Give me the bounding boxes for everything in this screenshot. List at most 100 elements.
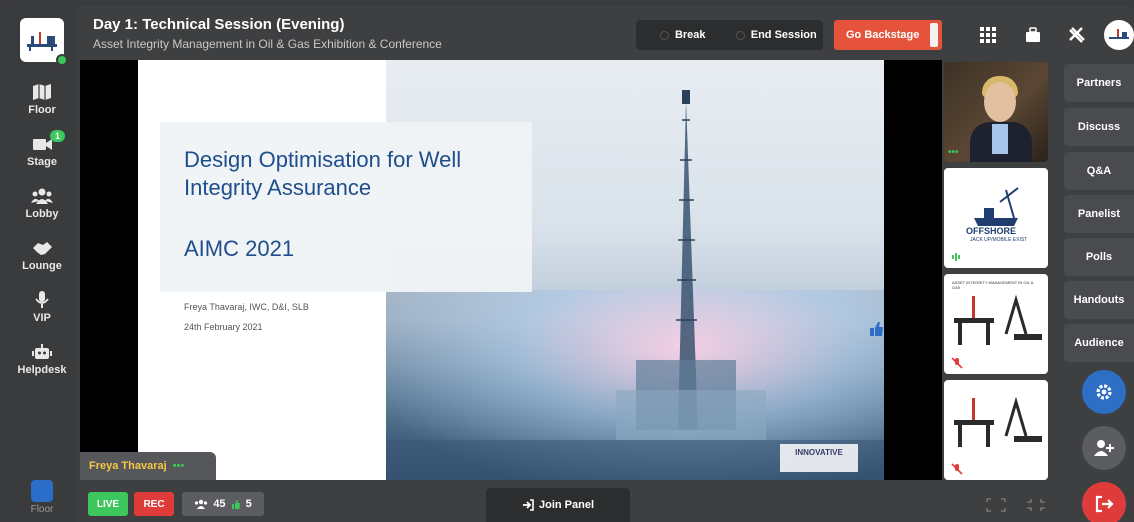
- map-icon: [33, 84, 51, 100]
- tools-icon: [1069, 27, 1085, 43]
- sidebar-item-helpdesk[interactable]: Helpdesk: [8, 342, 76, 376]
- rec-button[interactable]: REC: [134, 492, 174, 516]
- tab-label: Q&A: [1086, 165, 1112, 177]
- gear-icon: [1096, 384, 1112, 400]
- presentation-slide: Design Optimisation for Well Integrity A…: [138, 60, 884, 480]
- sidebar-item-label: Floor: [28, 104, 56, 116]
- slide-date: 24th February 2021: [184, 322, 263, 332]
- go-backstage-label: Go Backstage: [846, 29, 920, 41]
- like-count: 5: [245, 498, 252, 510]
- online-status-dot: [56, 54, 68, 66]
- tab-label: Polls: [1085, 251, 1113, 263]
- robot-icon: [32, 344, 52, 359]
- bottom-bar: LIVE REC 45 5 Join Panel: [76, 484, 1134, 522]
- thumbs-up-icon: [231, 500, 240, 509]
- settings-button[interactable]: [1082, 370, 1126, 414]
- event-logo[interactable]: [20, 18, 68, 66]
- tab-audience[interactable]: Audience: [1064, 324, 1134, 362]
- sponsor-tile-offshore[interactable]: OFFSHORE JACK UP/MOBILE EXIST: [944, 168, 1048, 268]
- tab-handouts[interactable]: Handouts: [1064, 281, 1134, 319]
- mic-muted-icon: [951, 357, 963, 369]
- toggle-knob: [930, 23, 938, 47]
- add-user-icon: [1094, 440, 1114, 456]
- slide-author: Freya Thavaraj, IWC, D&I, SLB: [184, 302, 309, 312]
- session-subtitle: Asset Integrity Management in Oil & Gas …: [93, 37, 442, 51]
- tab-label: Handouts: [1073, 294, 1125, 306]
- rig-logo-icon: [1109, 29, 1129, 39]
- people-icon: [31, 188, 53, 204]
- sponsor-tile-aimc[interactable]: ASSET INTEGRITY MANAGEMENT IN OIL & GAS: [944, 274, 1048, 374]
- app-window: Floor 1 Stage Lobby Lounge VIP Helpdesk …: [8, 6, 1134, 522]
- presenter-name-tag: Freya Thavaraj •••: [80, 452, 216, 480]
- reaction-likes: [868, 316, 884, 345]
- sidebar-item-stage[interactable]: 1 Stage: [8, 130, 76, 168]
- live-button[interactable]: LIVE: [88, 492, 128, 516]
- handshake-icon: [33, 242, 52, 255]
- audio-indicator-icon: [952, 253, 960, 261]
- tab-discuss[interactable]: Discuss: [1064, 108, 1134, 146]
- tab-label: Panelist: [1077, 208, 1121, 220]
- join-panel-button[interactable]: Join Panel: [486, 488, 630, 522]
- briefcase-icon: [1026, 27, 1040, 42]
- slide-event: AIMC 2021: [184, 236, 295, 261]
- tab-label: Discuss: [1077, 121, 1121, 133]
- aimc-tile-text: ASSET INTEGRITY MANAGEMENT IN OIL & GAS: [952, 280, 1034, 290]
- sponsor-tile-aimc-2[interactable]: [944, 380, 1048, 480]
- offshore-title: OFFSHORE: [966, 226, 1017, 236]
- go-backstage-button[interactable]: Go Backstage: [834, 20, 942, 50]
- attendee-count: 45: [213, 498, 226, 510]
- sidebar-item-label: Helpdesk: [17, 364, 67, 376]
- sidebar-item-lobby[interactable]: Lobby: [8, 186, 76, 220]
- radio-icon: [659, 30, 669, 40]
- slide-title: Design Optimisation for Well Integrity A…: [184, 147, 462, 200]
- fullscreen-icon[interactable]: [986, 498, 1006, 512]
- top-bar: Day 1: Technical Session (Evening) Asset…: [76, 6, 1134, 58]
- more-icon[interactable]: •••: [948, 147, 959, 158]
- sign-in-icon: [522, 499, 534, 511]
- sidebar-item-lounge[interactable]: Lounge: [8, 238, 76, 272]
- tab-label: Partners: [1076, 77, 1122, 89]
- presenter-name: Freya Thavaraj: [89, 460, 167, 472]
- exit-fullscreen-icon[interactable]: [1026, 498, 1046, 512]
- more-icon[interactable]: •••: [173, 460, 185, 472]
- left-sidebar: Floor 1 Stage Lobby Lounge VIP Helpdesk …: [8, 6, 76, 522]
- sidebar-item-label: Lounge: [22, 260, 62, 272]
- sidebar-item-label: Lobby: [25, 208, 59, 220]
- break-label: Break: [674, 29, 706, 41]
- tab-qa[interactable]: Q&A: [1064, 152, 1134, 190]
- rec-label: REC: [143, 498, 165, 510]
- presentation-stage: Design Optimisation for Well Integrity A…: [80, 60, 942, 480]
- grid-menu-button[interactable]: [973, 20, 1003, 50]
- live-label: LIVE: [96, 498, 120, 510]
- end-session-button[interactable]: End Session: [730, 29, 824, 41]
- tab-panelist[interactable]: Panelist: [1064, 195, 1134, 233]
- audience-stats: 45 5: [182, 492, 264, 516]
- participant-video-tile[interactable]: •••: [944, 62, 1048, 162]
- floor-logo-icon: [31, 480, 53, 502]
- session-title: Day 1: Technical Session (Evening): [93, 16, 345, 33]
- radio-icon: [735, 30, 745, 40]
- end-session-label: End Session: [750, 29, 817, 41]
- sidebar-item-vip[interactable]: VIP: [8, 290, 76, 324]
- offshore-subtitle: JACK UP/MOBILE EXIST: [970, 237, 1028, 243]
- microphone-icon: [35, 291, 49, 308]
- people-icon: [195, 499, 208, 509]
- sidebar-item-floor[interactable]: Floor: [8, 82, 76, 116]
- sidebar-item-floor-bottom[interactable]: Floor: [26, 480, 58, 515]
- stage-count-badge: 1: [50, 130, 66, 142]
- tab-label: Audience: [1074, 337, 1124, 349]
- break-button[interactable]: Break: [636, 29, 730, 41]
- tab-partners[interactable]: Partners: [1064, 64, 1134, 102]
- tab-polls[interactable]: Polls: [1064, 238, 1134, 276]
- join-panel-label: Join Panel: [538, 499, 595, 511]
- slide-sponsor-logo: INNOVATIVE: [780, 444, 858, 472]
- briefcase-button[interactable]: [1018, 20, 1048, 50]
- user-avatar[interactable]: [1104, 20, 1134, 50]
- session-controls: Break End Session: [636, 20, 823, 50]
- grid-icon: [980, 27, 996, 43]
- thumbs-up-icon: [870, 322, 883, 336]
- add-user-button[interactable]: [1082, 426, 1126, 470]
- sidebar-item-label: VIP: [33, 312, 51, 324]
- sidebar-item-label: Floor: [30, 504, 54, 515]
- tools-button[interactable]: [1062, 20, 1092, 50]
